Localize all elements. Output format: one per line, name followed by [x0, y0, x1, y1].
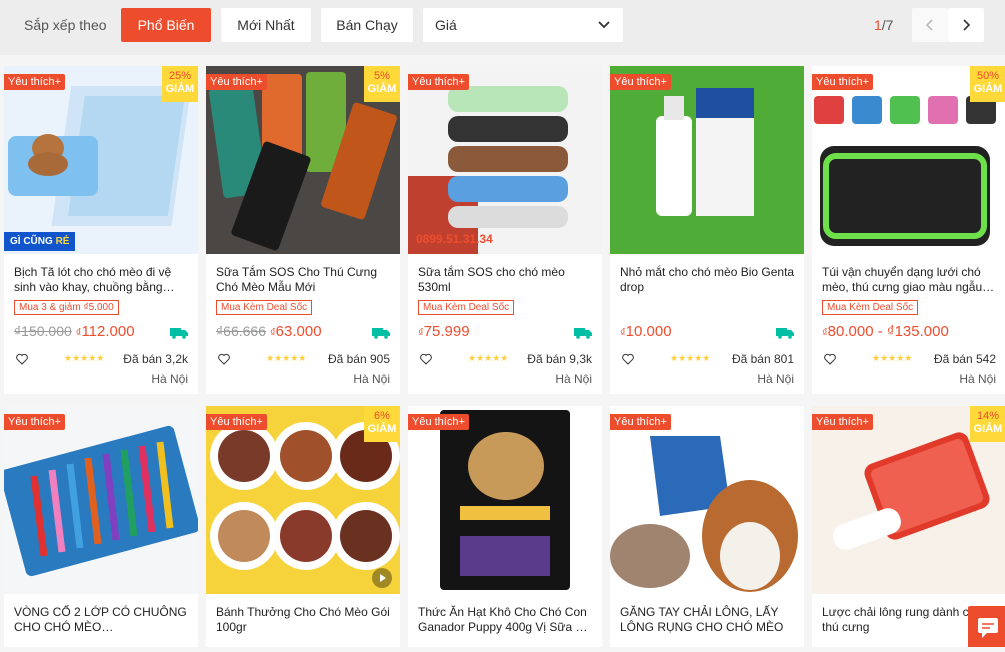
favorite-badge: Yêu thích+	[812, 414, 873, 430]
sort-bar: Sắp xếp theo Phổ Biến Mới Nhất Bán Chạy …	[0, 0, 1005, 55]
location: Hà Nội	[555, 372, 592, 386]
rating-stars: ★★★★★	[64, 353, 105, 363]
current-price: 112.000	[81, 323, 135, 340]
price-row: ₫66.666 ₫63.000	[216, 323, 322, 340]
favorite-badge: Yêu thích+	[4, 74, 65, 90]
promo-overlay: GÌ CŨNG RẺ	[4, 232, 76, 251]
product-title: Sữa Tắm SOS Cho Thú Cưng Chó Mèo Mẫu Mới	[216, 265, 378, 294]
sold-count: Đã bán 801	[731, 352, 794, 366]
promo-tag: Mua 3 & giảm ₫5.000	[14, 300, 119, 315]
prev-page-button[interactable]	[912, 8, 948, 42]
product-image	[408, 406, 602, 594]
discount-badge: 14% GIẢM	[970, 406, 1005, 442]
favorite-badge: Yêu thích+	[812, 74, 873, 90]
phone-overlay: 0899.51.31.34	[416, 232, 493, 246]
product-card[interactable]: Yêu thích+ VÒNG CỔ 2 LỚP CÓ CHUÔNG CHO C…	[4, 406, 198, 647]
discount-badge: 6% GIẢM	[364, 406, 400, 442]
location: Hà Nội	[151, 372, 188, 386]
favorite-badge: Yêu thích+	[206, 414, 267, 430]
product-title: Thức Ăn Hạt Khô Cho Chó Con Ganador Pupp…	[418, 605, 588, 634]
price-row: ₫10.000	[620, 323, 672, 340]
sold-count: Đã bán 905	[327, 352, 390, 366]
rating-stars: ★★★★★	[468, 353, 509, 363]
product-image	[4, 406, 198, 594]
promo-tag: Mua Kèm Deal Sốc	[216, 300, 313, 315]
discount-badge: 50% GIẢM	[970, 66, 1005, 102]
sort-bestseller-button[interactable]: Bán Chạy	[321, 8, 413, 42]
product-card[interactable]: 0899.51.31.34 Yêu thích+ Sữa tắm SOS cho…	[408, 66, 602, 394]
product-title: Bánh Thưởng Cho Chó Mèo Gói 100gr	[216, 605, 390, 634]
product-card[interactable]: Yêu thích+ Nhỏ mắt cho chó mèo Bio Genta…	[610, 66, 804, 394]
current-price: 75.999	[423, 323, 470, 340]
free-shipping-icon	[574, 328, 592, 339]
heart-icon[interactable]	[16, 353, 28, 365]
discount-badge: 5% GIẢM	[364, 66, 400, 102]
sold-count: Đã bán 9,3k	[527, 352, 592, 366]
sort-popular-button[interactable]: Phổ Biến	[121, 8, 211, 42]
product-title: Nhỏ mắt cho chó mèo Bio Genta drop	[620, 265, 795, 294]
product-card[interactable]: Yêu thích+ 6% GIẢM Bánh Thưởng Cho Chó Mè…	[206, 406, 400, 647]
product-title: Bịch Tã lót cho chó mèo đi vệ sinh vào k…	[14, 265, 175, 294]
next-page-button[interactable]	[948, 8, 984, 42]
page-total: /7	[881, 17, 894, 33]
location: Hà Nội	[353, 372, 390, 386]
favorite-badge: Yêu thích+	[4, 414, 65, 430]
product-card[interactable]: Yêu thích+ 5% GIẢM Sữa Tắm SOS Cho Thú Cư…	[206, 66, 400, 394]
page-indicator: 1/7	[874, 17, 893, 33]
chat-icon	[978, 618, 998, 638]
old-price: ₫150.000	[14, 323, 72, 339]
promo-tag: Mua Kèm Deal Sốc	[822, 300, 919, 315]
product-image	[610, 66, 804, 254]
rating-stars: ★★★★★	[266, 353, 307, 363]
sort-label: Sắp xếp theo	[24, 17, 107, 33]
chat-button[interactable]	[968, 606, 1005, 647]
chevron-down-icon	[598, 21, 610, 29]
favorite-badge: Yêu thích+	[206, 74, 267, 90]
current-price: 10.000	[625, 323, 672, 340]
chevron-left-icon	[925, 19, 933, 31]
heart-icon[interactable]	[622, 353, 634, 365]
price-row: ₫150.000 ₫112.000	[14, 323, 135, 340]
product-title: Túi vận chuyển dạng lưới chó mèo, thú cư…	[822, 265, 995, 294]
product-image	[408, 66, 602, 254]
favorite-badge: Yêu thích+	[610, 74, 671, 90]
product-card[interactable]: Yêu thích+ GĂNG TAY CHẢI LÔNG, LẤY LÔNG …	[610, 406, 804, 647]
favorite-badge: Yêu thích+	[408, 74, 469, 90]
chevron-right-icon	[963, 19, 971, 31]
favorite-badge: Yêu thích+	[408, 414, 469, 430]
heart-icon[interactable]	[824, 353, 836, 365]
location: Hà Nội	[959, 372, 996, 386]
product-card[interactable]: Yêu thích+ Thức Ăn Hạt Khô Cho Chó Con G…	[408, 406, 602, 647]
product-card[interactable]: Yêu thích+ 50% GIẢM Túi vận chuyển dạng l…	[812, 66, 1005, 394]
free-shipping-icon	[776, 328, 794, 339]
rating-stars: ★★★★★	[872, 353, 913, 363]
old-price: ₫66.666	[216, 323, 267, 339]
heart-icon[interactable]	[420, 353, 432, 365]
sold-count: Đã bán 3,2k	[123, 352, 188, 366]
play-video-icon[interactable]	[372, 568, 392, 588]
free-shipping-icon	[372, 328, 390, 339]
promo-tag: Mua Kèm Deal Sốc	[418, 300, 515, 315]
location: Hà Nội	[757, 372, 794, 386]
product-card[interactable]: GÌ CŨNG RẺ Yêu thích+ 25% GIẢM Bịch Tã ló…	[4, 66, 198, 394]
favorite-badge: Yêu thích+	[610, 414, 671, 430]
product-title: VÒNG CỔ 2 LỚP CÓ CHUÔNG CHO CHÓ MÈO…	[14, 605, 187, 634]
heart-icon[interactable]	[218, 353, 230, 365]
current-price: 63.000	[275, 323, 322, 340]
current-price: 80.000 - ₫135.000	[827, 323, 949, 340]
price-row: ₫80.000 - ₫135.000	[822, 323, 949, 340]
free-shipping-icon	[170, 328, 188, 339]
rating-stars: ★★★★★	[670, 353, 711, 363]
price-sort-select[interactable]: Giá	[423, 8, 623, 42]
discount-badge: 25% GIẢM	[162, 66, 198, 102]
page-current: 1	[874, 17, 882, 33]
product-title: GĂNG TAY CHẢI LÔNG, LẤY LÔNG RỤNG CHO CH…	[620, 605, 784, 634]
product-title: Sữa tắm SOS cho chó mèo 530ml	[418, 265, 565, 294]
product-image	[610, 406, 804, 594]
sort-newest-button[interactable]: Mới Nhất	[221, 8, 311, 42]
sold-count: Đã bán 542	[933, 352, 996, 366]
price-sort-label: Giá	[435, 17, 457, 33]
price-row: ₫75.999	[418, 323, 470, 340]
